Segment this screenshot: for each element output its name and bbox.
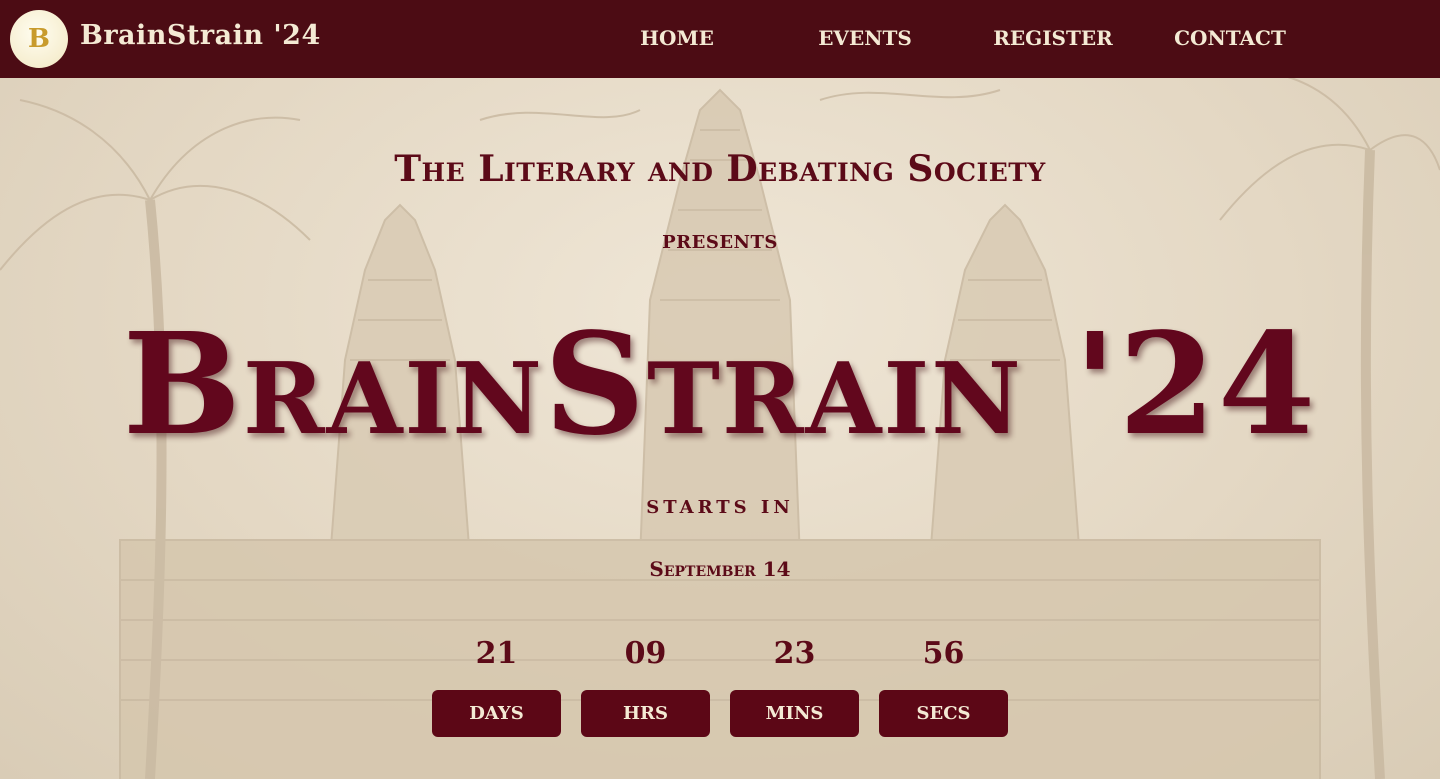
countdown-minutes-value: 23 [773,636,816,671]
starts-in-label: STARTS IN [646,497,794,518]
event-date: September 14 [649,557,791,581]
brand-name[interactable]: BrainStrain '24 [80,20,321,51]
countdown-seconds-label: SECS [879,690,1008,737]
nav-link-register[interactable]: REGISTER [993,26,1113,50]
presents-label: PRESENTS [662,232,778,253]
countdown-minutes: 23 MINS [730,636,859,737]
navbar: B BrainStrain '24 HOME EVENTS REGISTER C… [0,0,1440,78]
nav-link-events[interactable]: EVENTS [818,26,912,50]
countdown-hours-value: 09 [624,636,667,671]
nav-link-contact[interactable]: CONTACT [1174,26,1286,50]
event-title: BrainStrain '24 [122,303,1318,467]
countdown-seconds-value: 56 [922,636,965,671]
countdown-days-label: DAYS [432,690,561,737]
countdown-hours-label: HRS [581,690,710,737]
countdown-days-value: 21 [475,636,518,671]
nav-link-home[interactable]: HOME [640,26,714,50]
logo-monogram: B [28,24,50,54]
countdown-hours: 09 HRS [581,636,710,737]
countdown-timer: 21 DAYS 09 HRS 23 MINS 56 SECS [432,636,1008,737]
countdown-minutes-label: MINS [730,690,859,737]
countdown-seconds: 56 SECS [879,636,1008,737]
countdown-days: 21 DAYS [432,636,561,737]
society-heading: The Literary and Debating Society [394,148,1046,190]
brand-logo[interactable]: B [10,10,68,68]
